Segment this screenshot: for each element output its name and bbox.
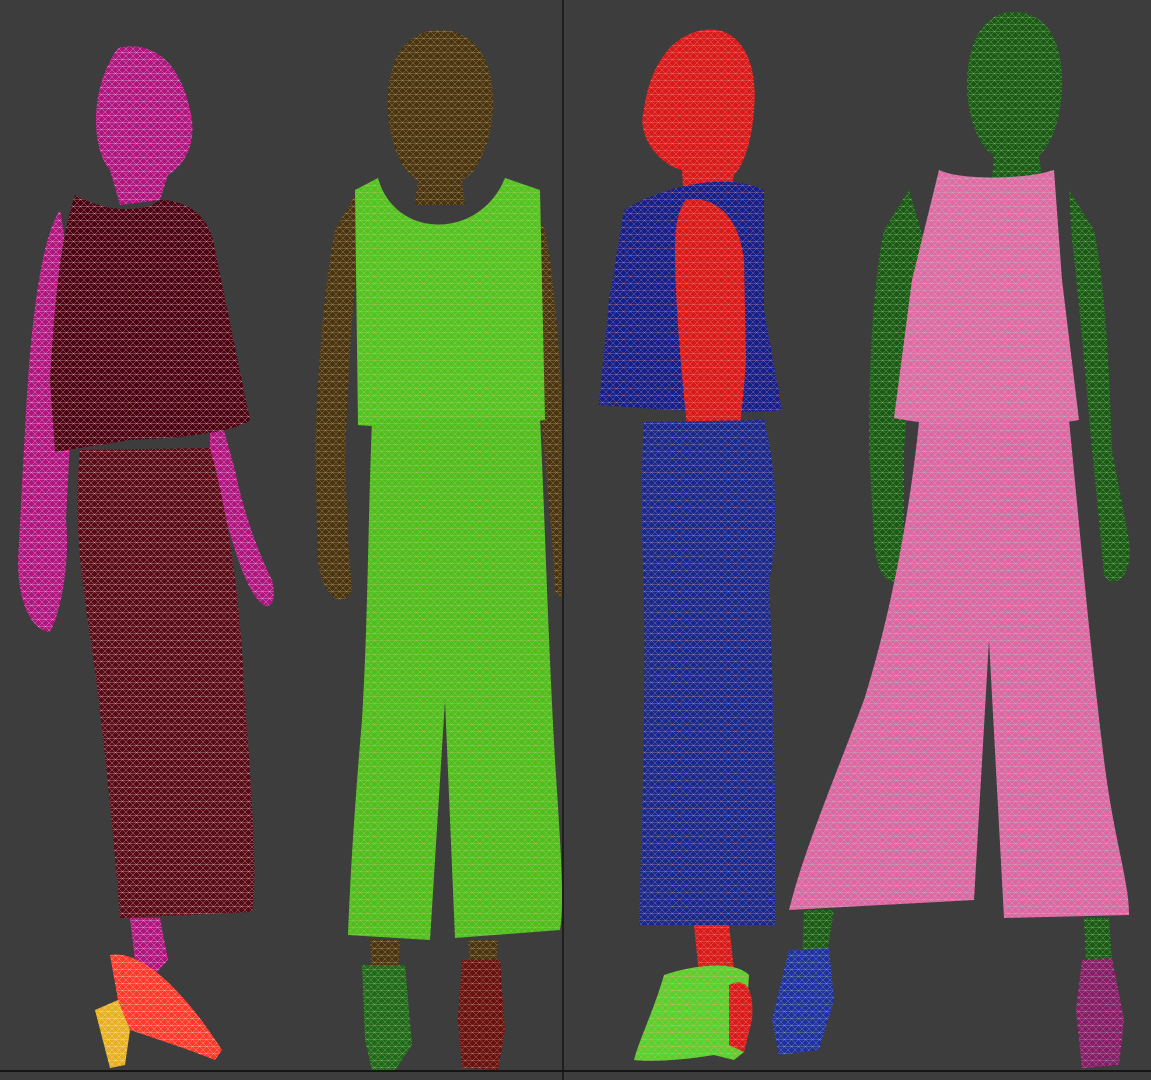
figure-red-side[interactable]: [564, 0, 1151, 1080]
pants-mesh: [639, 420, 776, 925]
right-viewport[interactable]: [564, 0, 1151, 1080]
viewport-area[interactable]: [0, 0, 1151, 1080]
left-sandal-mesh: [1076, 958, 1124, 1068]
head-neck-mesh: [642, 29, 755, 202]
pants-mesh: [789, 420, 1129, 918]
left-ankle-mesh: [1084, 918, 1112, 962]
figure-magenta-side[interactable]: [0, 0, 562, 1080]
head-neck-mesh: [387, 30, 494, 205]
tank-top-mesh: [50, 195, 250, 452]
viewport-bottom-border: [0, 1070, 1151, 1072]
right-arm-mesh: [315, 195, 360, 600]
head-neck-mesh: [966, 12, 1063, 180]
left-viewport[interactable]: [0, 0, 562, 1080]
right-sandal-mesh: [772, 948, 834, 1055]
right-sandal-mesh: [362, 965, 412, 1070]
left-sandal-mesh: [458, 960, 505, 1070]
pants-mesh: [348, 418, 562, 940]
tank-top-mesh: [894, 170, 1079, 427]
heel-strap-mesh: [729, 982, 753, 1052]
head-neck-mesh: [95, 46, 193, 205]
tank-top-mesh: [355, 178, 545, 428]
